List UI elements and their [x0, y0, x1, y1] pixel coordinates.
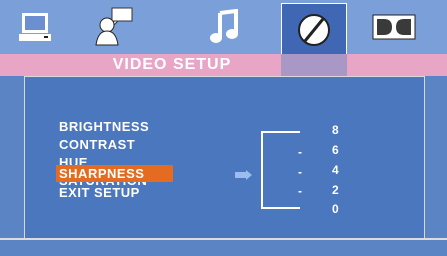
menu-item-brightness[interactable]: BRIGHTNESS: [59, 118, 149, 135]
level-scale: [261, 131, 300, 209]
tab-dolby[interactable]: [364, 5, 424, 49]
scale-tick: -: [298, 145, 302, 159]
menu-item-sharpness[interactable]: SHARPNESS: [56, 165, 173, 182]
level-label: 2: [332, 183, 339, 197]
tab-audio[interactable]: [195, 5, 255, 49]
scale-tick: -: [298, 165, 302, 179]
level-label: 6: [332, 143, 339, 157]
menu-item-contrast[interactable]: CONTRAST: [59, 136, 135, 153]
scale-tick: -: [298, 184, 302, 198]
title-box: VIDEO SETUP: [62, 54, 282, 76]
music-note-icon: [210, 9, 238, 43]
level-label: 4: [332, 163, 339, 177]
speaker-person-icon: [95, 7, 133, 46]
level-label: 8: [332, 123, 339, 137]
tab-video[interactable]: [281, 3, 347, 57]
bottom-strip: [0, 240, 447, 256]
tab-bar: [0, 0, 447, 57]
video-setup-screen: VIDEO SETUP BRIGHTNESS CONTRAST HUE SATU…: [0, 0, 447, 256]
tab-general[interactable]: [6, 5, 66, 49]
monitor-icon: [19, 13, 51, 41]
dolby-icon: [372, 14, 416, 40]
tab-speaker[interactable]: [86, 5, 146, 49]
selected-tab-connector: [281, 54, 347, 76]
video-circle-slash-icon: [298, 14, 330, 46]
level-label: 0: [332, 202, 339, 216]
level-pointer-icon: [235, 170, 252, 180]
menu-item-exit-setup[interactable]: EXIT SETUP: [59, 184, 140, 201]
page-title: VIDEO SETUP: [112, 56, 232, 73]
